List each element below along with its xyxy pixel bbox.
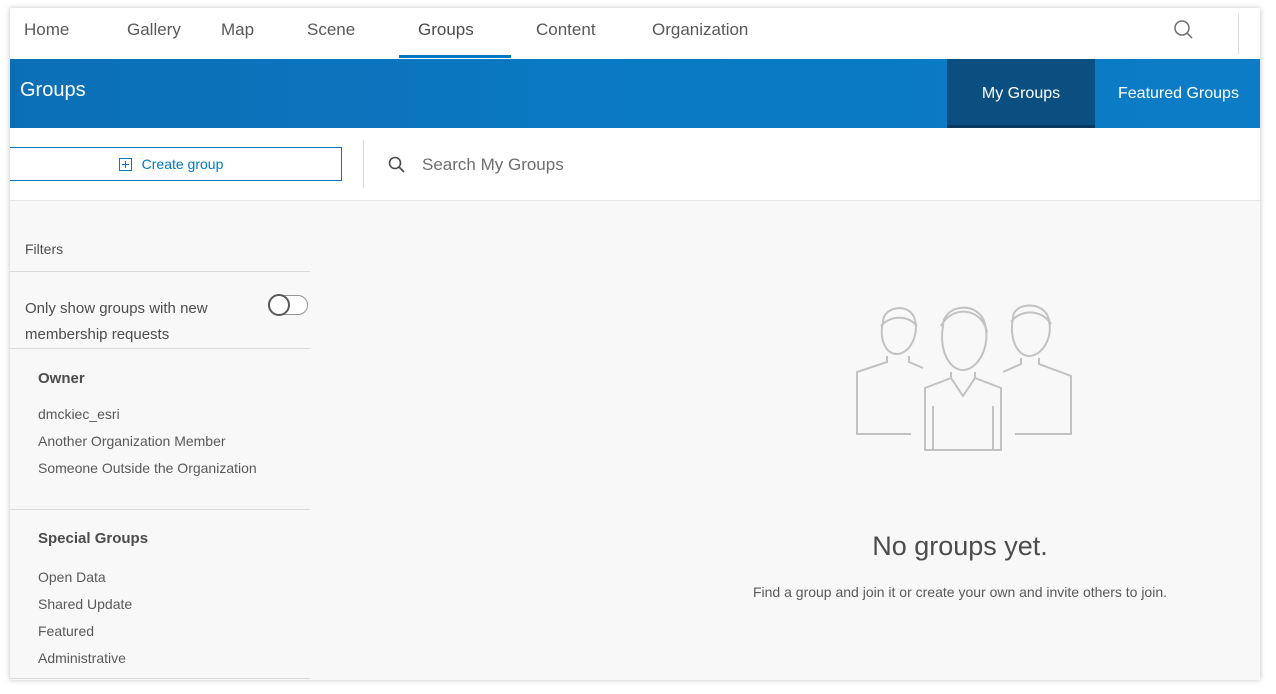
owner-filter-me[interactable]: dmckiec_esri — [38, 401, 257, 428]
nav-tab-gallery[interactable]: Gallery — [127, 20, 181, 40]
owner-filter-outside[interactable]: Someone Outside the Organization — [38, 455, 257, 482]
nav-search-button[interactable] — [1168, 18, 1198, 48]
divider — [10, 271, 310, 272]
filters-sidebar: Filters Only show groups with new member… — [10, 201, 310, 680]
empty-state-title: No groups yet. — [872, 531, 1048, 561]
people-group-icon — [856, 304, 1072, 451]
tab-my-groups[interactable]: My Groups — [947, 59, 1095, 128]
groups-toolbar: Create group — [10, 128, 1260, 201]
owner-filter-org-member[interactable]: Another Organization Member — [38, 428, 257, 455]
special-groups-list: Open Data Shared Update Featured Adminis… — [38, 564, 132, 672]
special-filter-open-data[interactable]: Open Data — [38, 564, 132, 591]
owner-filter-title: Owner — [38, 370, 85, 387]
empty-state-message: Find a group and join it or create your … — [752, 584, 1168, 600]
special-filter-administrative[interactable]: Administrative — [38, 645, 132, 672]
search-input[interactable] — [420, 154, 824, 176]
membership-requests-toggle-label: Only show groups with new membership req… — [25, 300, 208, 343]
toolbar-divider — [363, 140, 364, 188]
create-group-button[interactable]: Create group — [10, 147, 342, 181]
page-title: Groups — [20, 79, 86, 101]
toggle-knob — [268, 294, 290, 316]
membership-requests-toggle[interactable] — [268, 294, 308, 316]
plus-square-icon — [118, 157, 132, 171]
nav-tab-home[interactable]: Home — [24, 20, 69, 40]
special-groups-title: Special Groups — [38, 530, 149, 547]
nav-tab-organization[interactable]: Organization — [652, 20, 748, 40]
filters-heading: Filters — [25, 241, 64, 257]
nav-divider — [1238, 14, 1239, 54]
nav-tab-map[interactable]: Map — [221, 20, 254, 40]
special-filter-shared-update[interactable]: Shared Update — [38, 591, 132, 618]
active-tab-indicator — [399, 55, 511, 58]
divider — [10, 348, 310, 349]
app-window: Home Gallery Map Scene Groups Content Or… — [10, 8, 1260, 680]
special-filter-featured[interactable]: Featured — [38, 618, 132, 645]
search-icon — [388, 156, 405, 173]
nav-tab-content[interactable]: Content — [536, 20, 596, 40]
nav-tab-scene[interactable]: Scene — [307, 20, 355, 40]
top-nav: Home Gallery Map Scene Groups Content Or… — [10, 8, 1260, 59]
group-search — [388, 150, 888, 180]
groups-banner: Groups My Groups Featured Groups — [10, 59, 1260, 128]
divider — [10, 509, 310, 510]
create-group-label: Create group — [141, 156, 224, 172]
divider — [10, 678, 310, 679]
search-icon — [1174, 20, 1193, 39]
owner-filter-list: dmckiec_esri Another Organization Member… — [38, 401, 257, 482]
nav-tab-groups[interactable]: Groups — [418, 20, 474, 40]
tab-featured-groups[interactable]: Featured Groups — [1095, 59, 1260, 128]
main-content: Filters Only show groups with new member… — [10, 201, 1260, 680]
